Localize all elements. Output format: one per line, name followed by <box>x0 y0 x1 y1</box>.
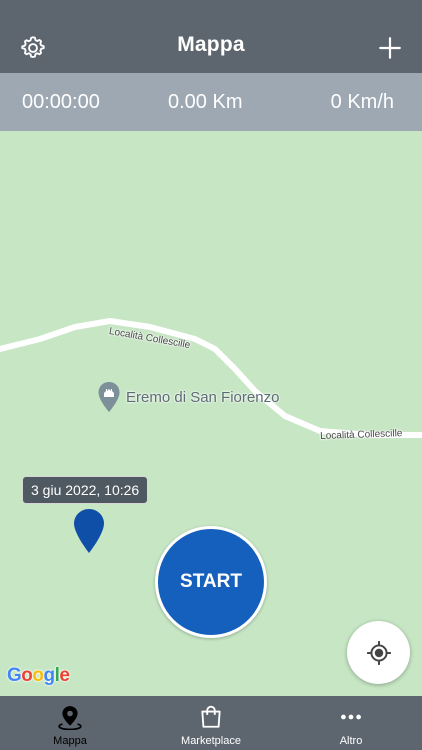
tab-label: Altro <box>339 735 363 747</box>
location-marker-icon[interactable] <box>73 508 105 554</box>
tab-label: Marketplace <box>181 735 241 747</box>
church-pin-icon <box>98 382 120 412</box>
tracking-stats-bar: 00:00:00 0.00 Km 0 Km/h <box>0 73 422 131</box>
google-logo: Google <box>7 665 70 686</box>
marker-tooltip: 3 giu 2022, 10:26 <box>22 476 149 504</box>
tab-marketplace[interactable]: Marketplace <box>141 696 281 750</box>
tab-altro[interactable]: Altro <box>281 696 421 750</box>
shopping-bag-icon <box>201 705 221 728</box>
my-location-button[interactable] <box>347 621 410 684</box>
map-view[interactable]: Località Collescille Località Collescill… <box>0 131 422 696</box>
poi-name: Eremo di San Fiorenzo <box>126 388 280 406</box>
tab-label: Mappa <box>53 735 87 747</box>
more-dots-icon <box>341 714 361 720</box>
start-button[interactable]: START <box>155 526 267 638</box>
speed-value: 0 Km/h <box>330 91 394 113</box>
tab-mappa[interactable]: Mappa <box>0 696 140 750</box>
add-icon[interactable] <box>377 35 403 61</box>
elapsed-time: 00:00:00 <box>22 91 100 113</box>
top-bar: Mappa <box>0 0 422 73</box>
page-title: Mappa <box>177 33 245 56</box>
map-pin-icon <box>58 706 82 730</box>
poi-marker[interactable]: Eremo di San Fiorenzo <box>97 381 279 413</box>
distance-value: 0.00 Km <box>168 91 243 113</box>
crosshair-icon <box>366 640 391 665</box>
bottom-tab-bar: Mappa Marketplace Altro <box>0 696 422 750</box>
